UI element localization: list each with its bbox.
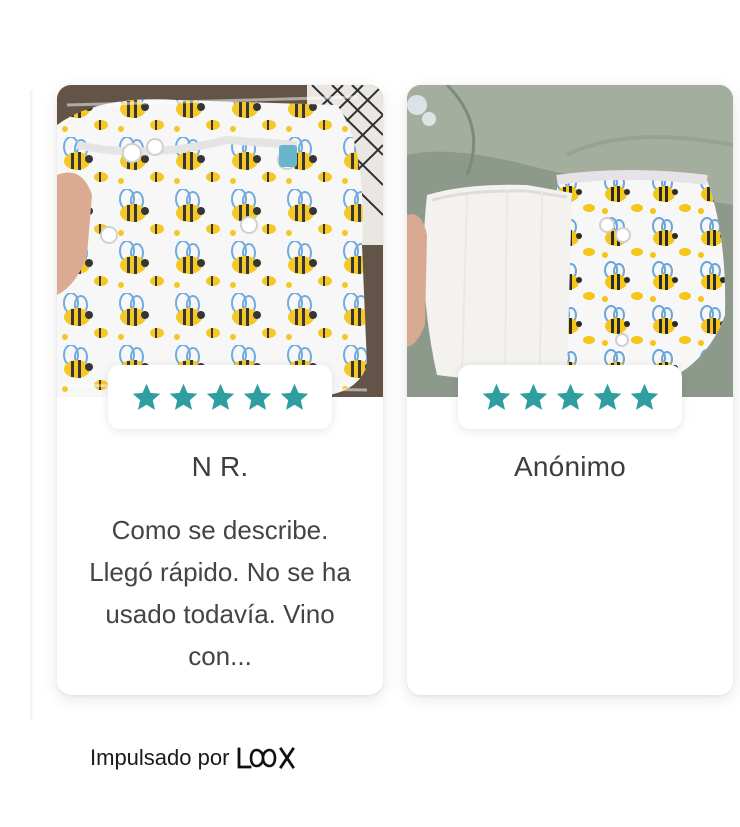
star-icon [243, 383, 271, 410]
diaper-photo-image [407, 85, 733, 397]
star-icon [482, 383, 510, 410]
loox-logo [238, 747, 296, 769]
powered-by-footer[interactable]: Impulsado por [90, 740, 307, 776]
star-icon [630, 383, 658, 410]
reviewer-name: Anónimo [514, 451, 626, 482]
review-card[interactable]: Anónimo [407, 85, 733, 695]
review-text: Como se describe. Llegó rápido. No se ha… [89, 515, 351, 671]
star-icon [169, 383, 197, 410]
diaper-photo-image [57, 85, 383, 397]
star-rating [458, 365, 682, 429]
reviewer-name: N R. [191, 451, 249, 482]
star-icon [132, 383, 160, 410]
review-photo[interactable] [57, 85, 383, 397]
star-icon [556, 383, 584, 410]
review-card[interactable]: N R. Como se describe. Llegó rápido. No … [57, 85, 383, 695]
review-photo[interactable] [407, 85, 733, 397]
star-icon [519, 383, 547, 410]
star-rating [108, 365, 332, 429]
carousel-edge-shadow [30, 90, 34, 720]
star-icon [206, 383, 234, 410]
star-icon [593, 383, 621, 410]
powered-by-label: Impulsado por [90, 745, 230, 770]
star-icon [280, 383, 308, 410]
